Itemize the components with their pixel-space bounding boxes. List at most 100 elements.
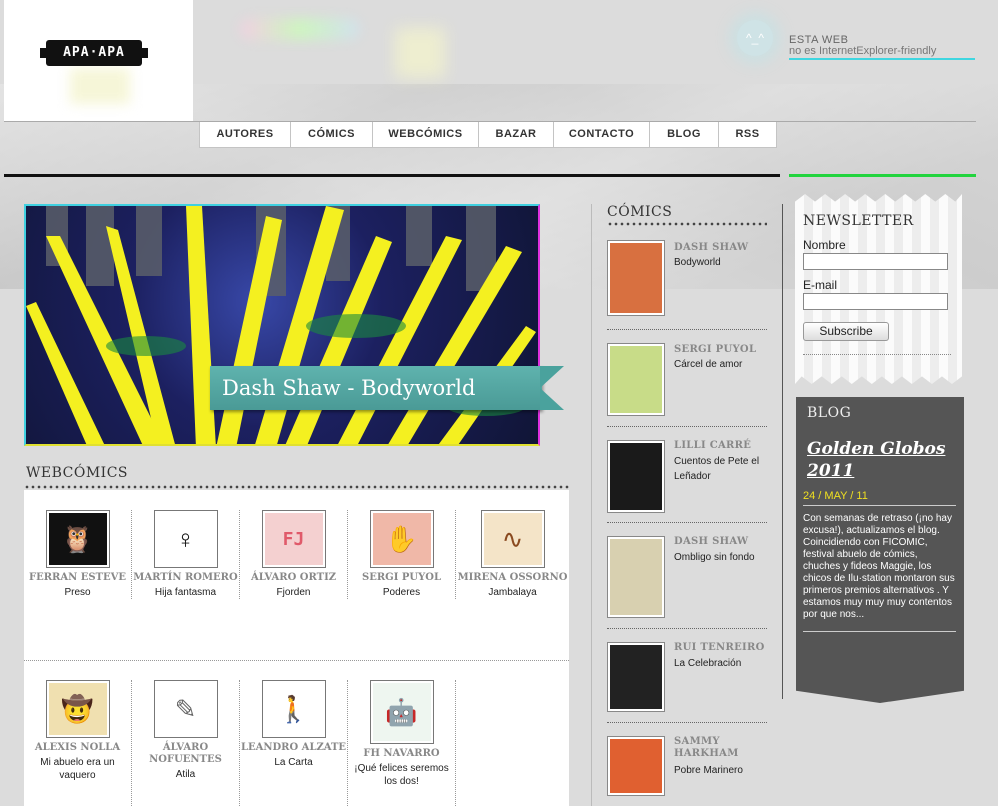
name-field[interactable]: [803, 253, 948, 270]
webcomic-author: MIRENA OSSORNO: [457, 572, 568, 583]
webcomic-author: FH NAVARRO: [363, 748, 440, 759]
webcomics-heading: WEBCÓMICS: [26, 465, 129, 481]
webcomic-thumb: 🦉: [45, 510, 110, 568]
sidebar-divider: [789, 174, 976, 177]
webcomic-title: Atila: [175, 769, 196, 780]
webcomic-title: ¡Qué felices seremos los dos!: [354, 763, 449, 787]
email-label: E-mail: [803, 278, 838, 292]
webcomic-item[interactable]: ✋ SERGI PUYOL Poderes: [348, 510, 456, 599]
nav-rss[interactable]: RSS: [718, 122, 777, 148]
comic-divider: [607, 426, 767, 427]
webcomic-title: La Carta: [274, 757, 313, 768]
comic-divider: [607, 522, 767, 523]
webcomic-author: LEANDRO ALZATE: [240, 742, 347, 753]
webcomic-thumb: 🚶: [261, 680, 326, 738]
figure-icon: 🚶: [277, 693, 310, 724]
content-divider: [4, 174, 780, 177]
comic-cover: [607, 536, 665, 618]
webcomic-author: MARTÍN ROMERO: [133, 572, 238, 583]
webcomic-item[interactable]: ♀ MARTÍN ROMERO Hija fantasma: [132, 510, 240, 599]
webcomic-thumb: ✎: [153, 680, 218, 738]
nav-bazar[interactable]: BAZAR: [478, 122, 554, 148]
comic-title: Cárcel de amor: [674, 359, 743, 370]
webcomic-author: SERGI PUYOL: [362, 572, 441, 583]
webcomic-author: ÁLVARO ORTIZ: [250, 572, 337, 583]
webcomic-item[interactable]: FJ ÁLVARO ORTIZ Fjorden: [240, 510, 348, 599]
comic-author: LILLI CARRÉ: [674, 440, 752, 451]
comic-author: SAMMY HARKHAM: [674, 736, 739, 759]
nav-contacto[interactable]: CONTACTO: [553, 122, 650, 148]
ribbon-tail: [540, 366, 564, 410]
webcomic-item[interactable]: ∿ MIRENA OSSORNO Jambalaya: [456, 510, 569, 599]
webcomic-title: Jambalaya: [488, 587, 537, 598]
webcomics-grid: 🦉 FERRAN ESTEVE Preso ♀ MARTÍN ROMERO Hi…: [24, 490, 569, 806]
comic-cover: [607, 240, 665, 316]
comic-author: DASH SHAW: [674, 536, 749, 547]
webcomic-item[interactable]: ✎ ÁLVARO NOFUENTES Atila: [132, 680, 240, 806]
comic-divider: [607, 329, 767, 330]
snake-icon: ∿: [483, 513, 542, 565]
webcomic-title: Hija fantasma: [154, 587, 217, 598]
logo-decoration: [70, 68, 130, 104]
webcomic-item[interactable]: 🤠 ALEXIS NOLLA Mi abuelo era un vaquero: [24, 680, 132, 806]
webcomic-thumb: ✋: [369, 510, 434, 568]
nav-autores[interactable]: AUTORES: [199, 122, 291, 148]
robot-icon: 🤖: [372, 683, 431, 741]
hands-icon: ✋: [372, 513, 431, 565]
webcomic-title: Fjorden: [276, 587, 311, 598]
comics-heading: CÓMICS: [607, 204, 673, 220]
main-nav: AUTORES CÓMICS WEBCÓMICS BAZAR CONTACTO …: [199, 122, 777, 148]
webcomic-thumb: ∿: [480, 510, 545, 568]
blog-post-title[interactable]: Golden Globos 2011: [807, 438, 957, 482]
comic-title: La Celebración: [674, 658, 742, 669]
comic-cover: [607, 343, 665, 416]
subscribe-button[interactable]: Subscribe: [803, 322, 889, 341]
comic-title: Pobre Marinero: [674, 765, 743, 776]
nav-blog[interactable]: BLOG: [649, 122, 719, 148]
webcomic-item[interactable]: 🚶 LEANDRO ALZATE La Carta: [240, 680, 348, 806]
webcomic-thumb: ♀: [153, 510, 218, 568]
webcomic-item[interactable]: 🤖 FH NAVARRO ¡Qué felices seremos los do…: [348, 680, 456, 806]
newsletter-heading: NEWSLETTER: [803, 213, 914, 229]
comic-author: SERGI PUYOL: [674, 344, 757, 355]
comic-title: Ombligo sin fondo: [674, 552, 755, 563]
name-label: Nombre: [803, 238, 846, 252]
webcomic-author: ÁLVARO NOFUENTES: [149, 742, 222, 765]
header-decoration: [395, 28, 445, 78]
comic-title: Bodyworld: [674, 257, 721, 268]
comic-divider: [607, 628, 767, 629]
fjorden-icon: FJ: [264, 513, 323, 565]
comic-title: Cuentos de Pete el Leñador: [674, 456, 760, 482]
webcomic-title: Mi abuelo era un vaquero: [40, 757, 115, 781]
column-divider: [782, 204, 783, 699]
blog-post-excerpt: Con semanas de retraso (¡no hay excusa!)…: [803, 513, 955, 620]
webcomic-item[interactable]: 🦉 FERRAN ESTEVE Preso: [24, 510, 132, 599]
banner-illustration: [26, 206, 536, 444]
webcomic-thumb: FJ: [261, 510, 326, 568]
dotted-divider: [607, 222, 767, 226]
site-logo[interactable]: APA·APA: [40, 40, 148, 66]
email-field[interactable]: [803, 293, 948, 310]
blog-post-date: 24 / MAY / 11: [803, 490, 868, 502]
cowboy-icon: 🤠: [48, 683, 107, 735]
blog-divider: [803, 631, 956, 632]
ie-notice-underline: [789, 58, 975, 60]
dotted-divider: [24, 485, 569, 489]
nav-comics[interactable]: CÓMICS: [290, 122, 373, 148]
comic-cover: [607, 736, 665, 796]
nav-webcomics[interactable]: WEBCÓMICS: [372, 122, 479, 148]
comic-author: RUI TENREIRO: [674, 642, 765, 653]
row-divider: [24, 660, 569, 661]
webcomic-thumb: 🤠: [45, 680, 110, 738]
dotted-divider: [803, 354, 951, 355]
sketch-icon: ✎: [174, 693, 197, 724]
webcomic-title: Poderes: [382, 587, 421, 598]
webcomic-title: Preso: [64, 587, 91, 598]
webcomic-author: FERRAN ESTEVE: [28, 572, 126, 583]
comic-author: DASH SHAW: [674, 242, 749, 253]
banner-caption[interactable]: Dash Shaw - Bodyworld: [210, 366, 542, 410]
blog-divider: [803, 505, 956, 506]
ghost-girl-icon: ♀: [175, 523, 196, 554]
ie-notice-text: no es InternetExplorer-friendly: [789, 45, 937, 57]
webcomic-thumb: 🤖: [369, 680, 434, 744]
